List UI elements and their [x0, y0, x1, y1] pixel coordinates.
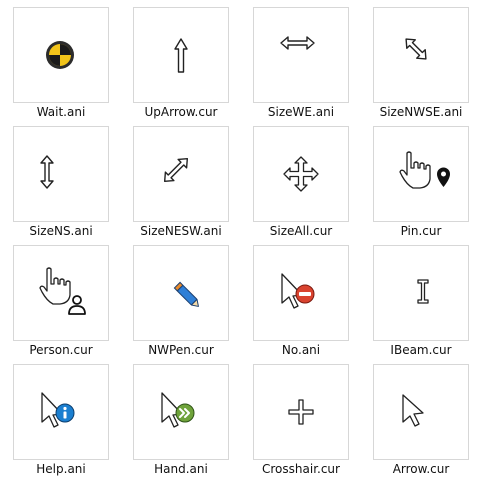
file-item-hand[interactable]: Hand.ani	[133, 364, 229, 476]
size-all-icon	[283, 156, 319, 192]
thumbnail	[13, 126, 109, 222]
file-item-pin[interactable]: Pin.cur	[373, 126, 469, 238]
file-name: Arrow.cur	[392, 462, 450, 476]
thumbnail	[253, 364, 349, 460]
file-name: Help.ani	[36, 462, 86, 476]
file-name: Person.cur	[29, 343, 93, 357]
file-item-crosshair[interactable]: Crosshair.cur	[253, 364, 349, 476]
pin-hand-icon	[399, 151, 450, 189]
thumbnail	[13, 364, 109, 460]
file-name: Hand.ani	[154, 462, 208, 476]
pen-icon	[173, 281, 199, 307]
file-item-person[interactable]: Person.cur	[13, 245, 109, 357]
file-name: SizeNS.ani	[29, 224, 93, 238]
no-icon	[281, 273, 315, 309]
size-nwse-icon	[405, 38, 427, 60]
file-grid: Wait.ani UpArrow.cur SizeWE.ani SizeNWSE…	[0, 0, 478, 480]
thumbnail	[13, 7, 109, 103]
person-hand-icon	[39, 267, 86, 315]
file-name: NWPen.cur	[148, 343, 214, 357]
file-name: UpArrow.cur	[144, 105, 218, 119]
file-name: SizeAll.cur	[269, 224, 333, 238]
thumbnail	[133, 245, 229, 341]
file-item-help[interactable]: Help.ani	[13, 364, 109, 476]
thumbnail	[13, 245, 109, 341]
thumbnail	[253, 126, 349, 222]
file-name: SizeWE.ani	[267, 105, 335, 119]
size-nesw-icon	[163, 157, 189, 183]
thumbnail	[133, 126, 229, 222]
file-item-arrow[interactable]: Arrow.cur	[373, 364, 469, 476]
file-item-sizens[interactable]: SizeNS.ani	[13, 126, 109, 238]
file-name: SizeNWSE.ani	[379, 105, 463, 119]
file-item-nwpen[interactable]: NWPen.cur	[133, 245, 229, 357]
file-item-sizenesw[interactable]: SizeNESW.ani	[133, 126, 229, 238]
up-arrow-icon	[174, 38, 188, 73]
thumbnail	[133, 7, 229, 103]
thumbnail	[373, 7, 469, 103]
help-arrow-icon	[41, 392, 75, 428]
file-name: IBeam.cur	[390, 343, 452, 357]
size-we-icon	[280, 36, 315, 50]
thumbnail	[373, 126, 469, 222]
ibeam-icon	[417, 279, 429, 304]
file-item-wait[interactable]: Wait.ani	[13, 7, 109, 119]
thumbnail	[253, 7, 349, 103]
file-item-ibeam[interactable]: IBeam.cur	[373, 245, 469, 357]
file-item-no[interactable]: No.ani	[253, 245, 349, 357]
file-name: No.ani	[281, 343, 321, 357]
arrow-icon	[402, 394, 424, 427]
wait-icon	[46, 41, 74, 69]
file-name: Pin.cur	[400, 224, 442, 238]
file-item-sizewe[interactable]: SizeWE.ani	[253, 7, 349, 119]
thumbnail	[373, 245, 469, 341]
file-item-sizeall[interactable]: SizeAll.cur	[253, 126, 349, 238]
file-name: Wait.ani	[36, 105, 86, 119]
file-item-uparrow[interactable]: UpArrow.cur	[133, 7, 229, 119]
thumbnail	[253, 245, 349, 341]
crosshair-icon	[288, 399, 314, 425]
thumbnail	[373, 364, 469, 460]
file-name: SizeNESW.ani	[140, 224, 222, 238]
thumbnail	[133, 364, 229, 460]
size-ns-icon	[40, 155, 54, 189]
hand-arrow-icon	[161, 392, 195, 428]
file-item-sizenwse[interactable]: SizeNWSE.ani	[373, 7, 469, 119]
file-name: Crosshair.cur	[262, 462, 340, 476]
